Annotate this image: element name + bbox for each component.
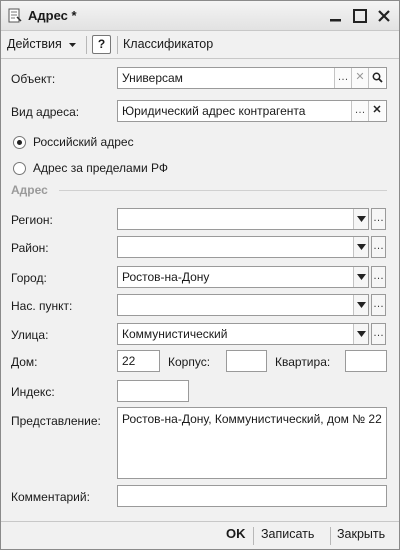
select-ellipsis-icon[interactable]: … (351, 101, 368, 121)
house-label: Дом: (11, 355, 38, 369)
close-icon[interactable] (375, 7, 393, 25)
street-label: Улица: (11, 328, 49, 342)
comment-label: Комментарий: (11, 490, 90, 504)
presentation-label: Представление: (11, 414, 101, 428)
minimize-icon[interactable] (327, 7, 345, 25)
postcode-field[interactable] (117, 380, 189, 402)
city-select-button[interactable]: … (371, 266, 386, 288)
building-field[interactable] (226, 350, 267, 372)
radio-foreign-label[interactable]: Адрес за пределами РФ (33, 161, 168, 175)
region-label: Регион: (11, 213, 53, 227)
postcode-label: Индекс: (11, 385, 55, 399)
section-divider (59, 190, 387, 191)
address-type-label: Вид адреса: (11, 105, 80, 119)
button-divider (330, 527, 331, 545)
radio-selected-dot (17, 140, 22, 145)
radio-russian-label[interactable]: Российский адрес (33, 135, 134, 149)
dropdown-arrow-icon[interactable] (353, 209, 368, 229)
city-field[interactable]: Ростов-на-Дону (117, 266, 369, 288)
help-button[interactable]: ? (92, 35, 111, 54)
save-button[interactable]: Записать (261, 527, 314, 541)
document-icon (7, 8, 23, 24)
dropdown-arrow-icon[interactable] (353, 295, 368, 315)
house-value: 22 (122, 354, 136, 368)
street-field[interactable]: Коммунистический (117, 323, 369, 345)
radio-russian-address[interactable] (13, 136, 26, 149)
city-label: Город: (11, 271, 47, 285)
district-select-button[interactable]: … (371, 236, 386, 258)
select-ellipsis-icon[interactable]: … (334, 68, 351, 88)
district-field[interactable] (117, 236, 369, 258)
region-select-button[interactable]: … (371, 208, 386, 230)
maximize-icon[interactable] (351, 7, 369, 25)
clear-x-icon[interactable]: ✕ (368, 101, 385, 121)
address-section-title: Адрес (11, 183, 48, 197)
dropdown-arrow-icon[interactable] (353, 324, 368, 344)
settlement-field[interactable] (117, 294, 369, 316)
apartment-label: Квартира: (275, 355, 331, 369)
street-value: Коммунистический (122, 327, 228, 341)
address-type-value: Юридический адрес контрагента (122, 104, 306, 118)
dropdown-arrow-icon[interactable] (353, 237, 368, 257)
street-select-button[interactable]: … (371, 323, 386, 345)
window-title: Адрес * (28, 8, 77, 23)
city-value: Ростов-на-Дону (122, 270, 210, 284)
comment-field[interactable] (117, 485, 387, 507)
clear-x-icon[interactable]: ✕ (351, 68, 368, 88)
toolbar-divider (117, 36, 118, 54)
settlement-select-button[interactable]: … (371, 294, 386, 316)
address-type-field[interactable]: Юридический адрес контрагента … ✕ (117, 100, 387, 122)
region-field[interactable] (117, 208, 369, 230)
object-value: Универсам (122, 71, 183, 85)
toolbar-divider (86, 36, 87, 54)
house-field[interactable]: 22 (117, 350, 160, 372)
classifier-button[interactable]: Классификатор (123, 37, 213, 51)
dropdown-arrow-icon[interactable] (353, 267, 368, 287)
chevron-down-icon (69, 42, 77, 47)
object-field[interactable]: Универсам … ✕ (117, 67, 387, 89)
dialog-button-bar: OK Записать Закрыть (1, 521, 399, 549)
presentation-textarea[interactable]: Ростов-на-Дону, Коммунистический, дом № … (117, 407, 387, 479)
object-label: Объект: (11, 72, 56, 86)
settlement-label: Нас. пункт: (11, 299, 73, 313)
address-dialog: Адрес * Действия ? Классификатор Объект:… (0, 0, 400, 550)
title-bar[interactable]: Адрес * (1, 1, 399, 31)
building-label: Корпус: (168, 355, 211, 369)
close-button[interactable]: Закрыть (337, 527, 385, 541)
button-divider (253, 527, 254, 545)
modified-mark: * (71, 8, 77, 23)
toolbar: Действия ? Классификатор (1, 31, 399, 59)
apartment-field[interactable] (345, 350, 387, 372)
actions-label: Действия (7, 37, 62, 51)
radio-foreign-address[interactable] (13, 162, 26, 175)
window-title-text: Адрес (28, 8, 68, 23)
search-icon[interactable] (368, 68, 385, 88)
ok-button[interactable]: OK (226, 526, 246, 541)
actions-menu[interactable]: Действия (7, 37, 77, 51)
district-label: Район: (11, 241, 49, 255)
